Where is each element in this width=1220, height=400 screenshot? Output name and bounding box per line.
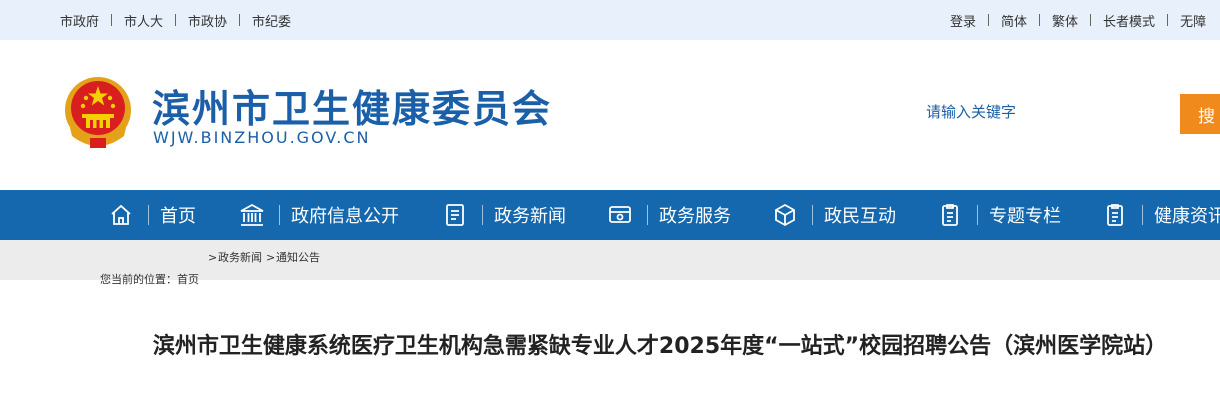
nav-item-special-topics[interactable]: 专题专栏 — [937, 190, 1061, 240]
nav-item-government-info[interactable]: 政府信息公开 — [239, 190, 399, 240]
national-emblem-icon — [65, 77, 131, 148]
article-title: 滨州市卫生健康系统医疗卫生机构急需紧缺专业人才2025年度“一站式”校园招聘公告… — [152, 334, 1168, 359]
top-links-left: 市政府 市人大 市政协 市纪委 — [60, 0, 291, 40]
breadcrumb-lead: 您当前的位置：首页 — [100, 273, 199, 286]
nav-divider — [812, 205, 813, 225]
main-nav: 首页 政府信息公开 政务新闻 政务服务 政民互动 专题专栏 健康资讯 — [0, 190, 1220, 240]
login-link[interactable]: 登录 — [950, 11, 976, 30]
topic-document-icon — [937, 202, 963, 228]
top-links-right: 登录 简体 繁体 长者模式 无障 — [950, 0, 1220, 40]
site-title: 滨州市卫生健康委员会 — [152, 87, 553, 131]
divider — [1090, 14, 1092, 26]
nav-label: 政府信息公开 — [291, 206, 399, 227]
nav-divider — [647, 205, 648, 225]
elder-mode-link[interactable]: 长者模式 — [1103, 11, 1155, 30]
nav-divider — [279, 205, 280, 225]
nav-label: 政民互动 — [824, 206, 896, 227]
search-button[interactable]: 搜 — [1180, 94, 1220, 134]
nav-item-interaction[interactable]: 政民互动 — [772, 190, 896, 240]
nav-item-news[interactable]: 政务新闻 — [442, 190, 566, 240]
interaction-cube-icon — [772, 202, 798, 228]
breadcrumb-item-news[interactable]: 政务新闻 — [208, 246, 270, 270]
site-domain: WJW.BINZHOU.GOV.CN — [153, 128, 371, 147]
service-window-icon — [607, 202, 633, 228]
top-utility-bar: 市政府 市人大 市政协 市纪委 登录 简体 繁体 长者模式 无障 — [0, 0, 1220, 40]
divider — [1167, 14, 1169, 26]
site-header: 滨州市卫生健康委员会 WJW.BINZHOU.GOV.CN 搜 — [0, 40, 1220, 190]
link-city-government[interactable]: 市政府 — [60, 11, 99, 30]
divider — [239, 14, 241, 26]
accessibility-link[interactable]: 无障 — [1180, 11, 1206, 30]
home-icon — [108, 202, 134, 228]
traditional-chinese-link[interactable]: 繁体 — [1052, 11, 1078, 30]
nav-divider — [977, 205, 978, 225]
nav-label: 专题专栏 — [989, 206, 1061, 227]
link-city-discipline[interactable]: 市纪委 — [252, 11, 291, 30]
news-document-icon — [442, 202, 468, 228]
government-building-icon — [239, 202, 265, 228]
nav-label: 健康资讯 — [1154, 206, 1220, 227]
nav-label: 政务新闻 — [494, 206, 566, 227]
divider — [175, 14, 177, 26]
nav-item-health-info[interactable]: 健康资讯 — [1102, 190, 1220, 240]
nav-label: 政务服务 — [659, 206, 731, 227]
nav-label: 首页 — [160, 206, 196, 227]
search-input[interactable] — [926, 98, 1166, 126]
link-city-cppcc[interactable]: 市政协 — [188, 11, 227, 30]
divider — [1039, 14, 1041, 26]
divider — [988, 14, 990, 26]
simplified-chinese-link[interactable]: 简体 — [1001, 11, 1027, 30]
nav-divider — [1142, 205, 1143, 225]
health-document-icon — [1102, 202, 1128, 228]
nav-divider — [148, 205, 149, 225]
nav-divider — [482, 205, 483, 225]
nav-item-home[interactable]: 首页 — [108, 190, 196, 240]
nav-item-services[interactable]: 政务服务 — [607, 190, 731, 240]
link-city-congress[interactable]: 市人大 — [124, 11, 163, 30]
breadcrumb-item-notices[interactable]: 通知公告 — [266, 246, 328, 270]
divider — [111, 14, 113, 26]
